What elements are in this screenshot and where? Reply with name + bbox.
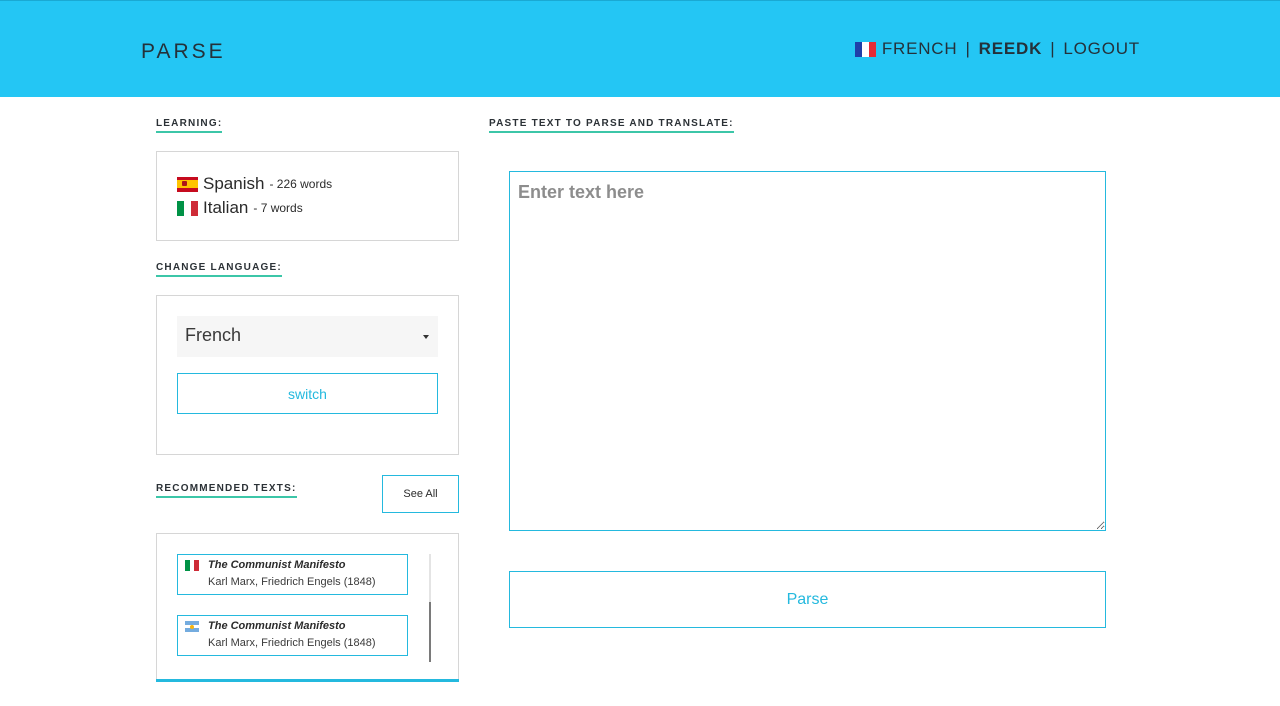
username-link[interactable]: REEDK <box>979 39 1043 59</box>
app-logo[interactable]: PARSE <box>141 40 226 64</box>
change-language-heading: CHANGE LANGUAGE: <box>156 262 282 277</box>
recommended-text-card[interactable]: The Communist Manifesto Karl Marx, Fried… <box>177 554 408 595</box>
nav-separator: | <box>1050 39 1056 58</box>
language-select[interactable]: French <box>177 316 438 357</box>
nav-separator: | <box>965 39 971 58</box>
top-nav: FRENCH | REEDK | LOGOUT <box>854 39 1140 59</box>
logout-link[interactable]: LOGOUT <box>1063 39 1140 59</box>
italy-flag-icon <box>177 200 198 216</box>
france-flag-icon <box>854 41 876 57</box>
word-count: - 226 words <box>269 177 333 191</box>
language-name: Spanish <box>203 174 265 193</box>
learning-panel: Spanish - 226 words Italian - 7 words <box>156 151 459 241</box>
argentina-flag-icon <box>185 621 199 633</box>
switch-button[interactable]: switch <box>177 373 438 414</box>
word-count: - 7 words <box>253 201 303 215</box>
text-author: Karl Marx, Friedrich Engels (1848) <box>208 637 376 649</box>
language-name: Italian <box>203 198 249 217</box>
caret-down-icon <box>423 335 429 339</box>
paste-text-heading: PASTE TEXT TO PARSE AND TRANSLATE: <box>489 118 734 133</box>
current-language-link[interactable]: FRENCH <box>882 39 958 59</box>
parse-button[interactable]: Parse <box>509 571 1106 628</box>
spain-flag-icon <box>177 176 198 192</box>
change-language-panel: French switch <box>156 295 459 455</box>
text-author: Karl Marx, Friedrich Engels (1848) <box>208 576 376 588</box>
language-select-value: French <box>185 325 242 345</box>
recommended-text-card[interactable]: The Communist Manifesto Karl Marx, Fried… <box>177 615 408 656</box>
learning-language-italian[interactable]: Italian - 7 words <box>177 198 303 218</box>
paste-text-input[interactable] <box>509 171 1106 531</box>
recommended-texts-panel: The Communist Manifesto Karl Marx, Fried… <box>156 533 459 680</box>
text-title: The Communist Manifesto <box>208 559 346 571</box>
learning-heading: LEARNING: <box>156 118 223 133</box>
panel-accent-bar <box>156 679 459 682</box>
scrollbar-thumb[interactable] <box>429 602 431 662</box>
see-all-button[interactable]: See All <box>382 475 459 513</box>
text-title: The Communist Manifesto <box>208 620 346 632</box>
learning-language-spanish[interactable]: Spanish - 226 words <box>177 174 332 194</box>
top-header: PARSE FRENCH | REEDK | LOGOUT <box>0 0 1280 97</box>
recommended-texts-heading: RECOMMENDED TEXTS: <box>156 483 297 498</box>
italy-flag-icon <box>185 560 200 571</box>
